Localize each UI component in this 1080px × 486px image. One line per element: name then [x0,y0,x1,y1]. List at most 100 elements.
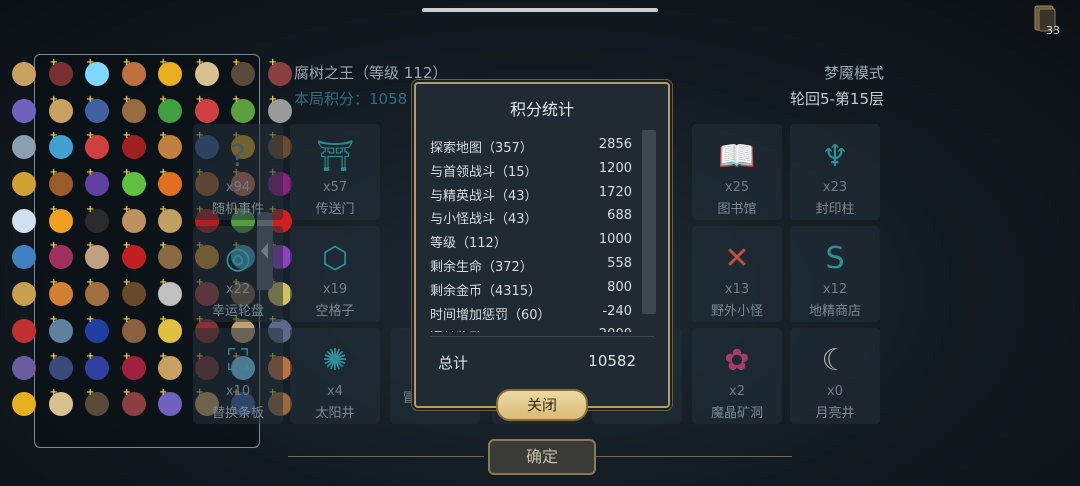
inventory-item[interactable]: + [79,56,115,92]
inventory-item[interactable]: + [152,56,188,92]
inventory-item[interactable]: + [79,166,115,202]
inventory-item[interactable] [6,129,42,165]
item-plus-badge: + [49,57,58,68]
inventory-item[interactable]: + [43,93,79,129]
item-plus-badge: + [49,240,58,252]
score-list-scrollbar[interactable] [642,130,656,314]
inventory-item[interactable]: + [79,350,115,386]
map-tile-count: x4 [327,384,343,399]
item-plus-badge: + [122,350,131,362]
inventory-item[interactable] [6,239,42,275]
score-row-value: 558 [607,255,632,271]
inventory-item[interactable] [6,386,42,422]
item-plus-badge: + [122,130,131,142]
item-plus-badge: + [86,93,95,105]
item-plus-badge: + [49,130,58,142]
inventory-item[interactable]: + [116,93,152,129]
inventory-item[interactable]: + [79,203,115,239]
map-tile-icon: ? [230,138,246,174]
map-tile: ◎ x22 幸运轮盘 [193,226,283,322]
inventory-item[interactable]: + [152,203,188,239]
confirm-decor-right [596,456,792,457]
inventory-item[interactable]: + [79,313,115,349]
inventory-item[interactable]: + [152,313,188,349]
inventory-item[interactable]: + [79,276,115,312]
map-tile: ⛶ x10 替换条板 [193,328,283,424]
inventory-item[interactable]: + [79,239,115,275]
inventory-item[interactable]: + [116,350,152,386]
inventory-item[interactable]: + [152,276,188,312]
inventory-item[interactable]: + [152,93,188,129]
inventory-item[interactable] [6,313,42,349]
confirm-button[interactable]: 确定 [488,439,596,475]
inventory-item[interactable] [6,56,42,92]
inventory-item[interactable]: + [43,350,79,386]
map-tile: ⬡ x19 空格子 [290,226,380,322]
inventory-item[interactable]: + [116,313,152,349]
inventory-item[interactable]: + [152,239,188,275]
inventory-item[interactable]: + [43,166,79,202]
item-plus-badge: + [122,313,131,325]
inventory-item[interactable]: + [152,350,188,386]
score-row-value: 2000 [599,327,632,332]
inventory-item[interactable]: + [116,129,152,165]
item-plus-badge: + [122,203,131,215]
close-button[interactable]: 关闭 [496,389,588,421]
inventory-item[interactable]: + [225,56,261,92]
inventory-item[interactable]: + [43,386,79,422]
map-tile-name: 空格子 [315,304,355,319]
map-tile: ⛩ x57 传送门 [290,124,380,220]
score-row-label: 剩余生命（372） [430,259,533,275]
inventory-item[interactable] [6,93,42,129]
inventory-item[interactable]: + [262,56,298,92]
total-label: 总计 [438,354,469,372]
score-row: 与小怪战斗（43） 688 [430,204,660,228]
game-mode: 梦魇模式 [823,64,884,82]
inventory-item[interactable]: + [152,386,188,422]
inventory-item[interactable]: + [79,93,115,129]
inventory-item[interactable]: + [116,166,152,202]
inventory-item[interactable]: + [43,313,79,349]
score-row: 时间增加惩罚（60） -240 [430,300,660,324]
inventory-item[interactable]: + [116,203,152,239]
boss-name: 腐树之王（等级 112） [294,64,448,82]
inventory-item[interactable] [6,203,42,239]
inventory-item[interactable] [6,276,42,312]
inventory-item[interactable]: + [43,129,79,165]
inventory-item[interactable]: + [152,166,188,202]
score-list[interactable]: 探索地图（357） 2856 与首领战斗（15） 1200 与精英战斗（43） 1720 与… [430,133,660,332]
map-tile-count: x12 [822,282,848,297]
item-plus-badge: + [159,240,168,252]
top-drag-handle [422,8,658,12]
item-plus-badge: + [159,277,168,289]
map-tile-count: x25 [724,180,750,195]
inventory-item[interactable]: + [116,386,152,422]
item-plus-badge: + [232,57,241,68]
item-icon [12,62,36,86]
inventory-item[interactable]: + [152,129,188,165]
item-icon [12,172,36,197]
score-row-value: 688 [607,208,632,224]
inventory-item[interactable]: + [43,276,79,312]
score-row-label: 与精英战斗（43） [430,188,538,204]
inventory-item[interactable] [6,350,42,386]
map-tile-count: x22 [225,282,251,297]
item-plus-badge: + [49,167,58,179]
dialog-title: 积分统计 [509,100,574,119]
inventory-item[interactable]: + [43,56,79,92]
inventory-item[interactable]: + [116,239,152,275]
inventory-item[interactable]: + [79,129,115,165]
inventory-item[interactable]: + [189,56,225,92]
inventory-item[interactable] [6,166,42,202]
item-plus-badge: + [49,387,58,399]
inventory-item[interactable]: + [43,239,79,275]
item-icon [12,355,36,380]
inventory-item[interactable]: + [116,56,152,92]
inventory-item[interactable]: + [116,276,152,312]
inventory-item[interactable]: + [79,386,115,422]
score-row: 剩余生命（372） 558 [430,252,660,276]
inventory-item[interactable]: + [43,203,79,239]
item-plus-badge: + [86,130,95,142]
map-tile-icon: ⬡ [321,240,349,276]
score-row: 通关奖励 2000 [430,323,660,332]
